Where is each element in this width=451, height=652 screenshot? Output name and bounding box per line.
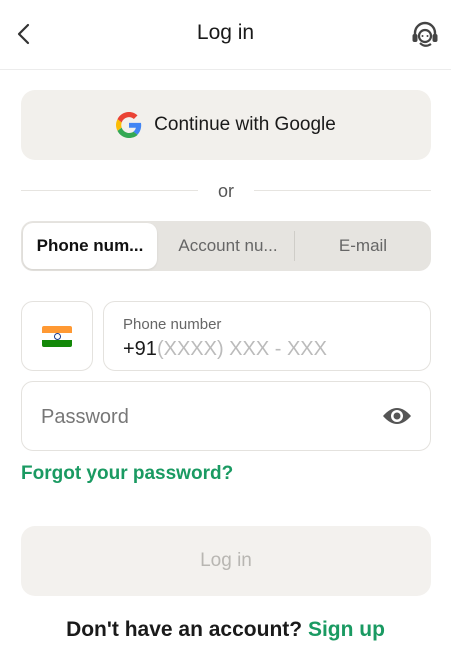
tab-phone-number[interactable]: Phone num... xyxy=(23,223,157,269)
divider-line-right xyxy=(254,190,431,191)
tab-account-number[interactable]: Account nu... xyxy=(161,221,295,271)
country-code: +91 xyxy=(123,338,157,360)
eye-icon[interactable] xyxy=(382,404,412,428)
signup-link[interactable]: Sign up xyxy=(308,618,385,641)
phone-placeholder: (XXXX) XXX - XXX xyxy=(156,338,327,360)
login-method-tabs: Phone num... Account nu... E-mail xyxy=(21,221,431,271)
continue-with-google-button[interactable]: Continue with Google xyxy=(21,90,431,160)
signup-row: Don't have an account? Sign up xyxy=(0,618,451,642)
tab-email[interactable]: E-mail xyxy=(295,221,431,271)
headset-support-icon[interactable] xyxy=(409,19,441,51)
phone-number-value: +91(XXXX) XXX - XXX xyxy=(123,338,327,361)
or-text: or xyxy=(217,181,234,201)
page-title: Log in xyxy=(196,21,255,44)
phone-number-input[interactable]: Phone number +91(XXXX) XXX - XXX xyxy=(103,301,431,371)
country-code-selector[interactable] xyxy=(21,301,93,371)
password-placeholder: Password xyxy=(41,406,129,428)
phone-number-label: Phone number xyxy=(123,316,222,333)
password-input[interactable]: Password xyxy=(21,381,431,451)
top-bar: Log in xyxy=(0,0,451,70)
google-logo-icon xyxy=(116,112,142,138)
india-flag-icon xyxy=(42,326,72,347)
signup-prompt: Don't have an account? xyxy=(66,618,303,641)
forgot-password-link[interactable]: Forgot your password? xyxy=(21,463,233,485)
google-button-label: Continue with Google xyxy=(154,114,336,135)
login-button[interactable]: Log in xyxy=(21,526,431,596)
or-divider: or xyxy=(21,178,431,204)
